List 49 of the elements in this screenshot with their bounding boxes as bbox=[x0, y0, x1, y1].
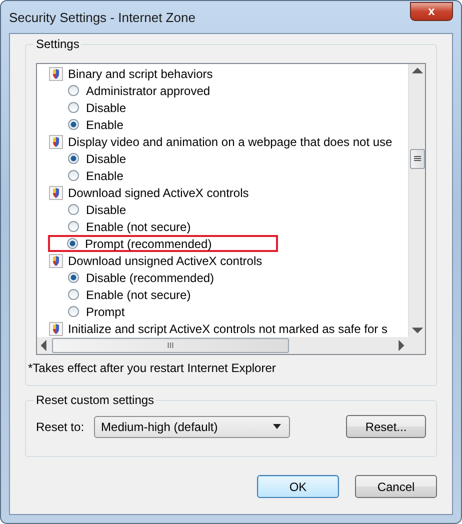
grip-icon bbox=[414, 156, 420, 162]
level-dropdown[interactable]: Medium-high (default) bbox=[94, 416, 290, 438]
setting-heading: Download unsigned ActiveX controls bbox=[68, 254, 262, 268]
group-label: Settings bbox=[34, 37, 82, 51]
group-label: Reset custom settings bbox=[34, 393, 156, 407]
reset-to-label: Reset to: bbox=[36, 420, 84, 434]
shield-icon bbox=[49, 66, 63, 80]
radio-button[interactable] bbox=[68, 153, 79, 164]
radio-button[interactable] bbox=[68, 221, 79, 232]
option-label[interactable]: Prompt bbox=[86, 304, 125, 318]
reset-button[interactable]: Reset... bbox=[346, 415, 426, 438]
option-label[interactable]: Administrator approved bbox=[86, 84, 210, 98]
radio-button[interactable] bbox=[68, 306, 79, 317]
vertical-scrollbar[interactable] bbox=[408, 64, 425, 337]
restart-note: *Takes effect after you restart Internet Explorer bbox=[28, 361, 277, 375]
option-label[interactable]: Enable (not secure) bbox=[86, 288, 191, 302]
shield-icon bbox=[49, 134, 63, 148]
option-label[interactable]: Disable bbox=[86, 100, 126, 114]
grip-label: III bbox=[167, 341, 174, 350]
option-label[interactable]: Disable (recommended) bbox=[86, 270, 214, 284]
shield-icon bbox=[49, 186, 63, 200]
option-label[interactable]: Enable (not secure) bbox=[86, 220, 191, 234]
shield-icon bbox=[49, 322, 63, 336]
option-label[interactable]: Enable bbox=[86, 118, 124, 132]
dialog-button[interactable]: Cancel bbox=[355, 475, 437, 498]
setting-heading: Binary and script behaviors bbox=[68, 66, 213, 80]
radio-button[interactable] bbox=[68, 204, 79, 215]
scroll-thumb[interactable] bbox=[410, 149, 424, 169]
horizontal-scrollbar[interactable]: III bbox=[37, 337, 408, 354]
radio-button[interactable] bbox=[68, 119, 79, 130]
radio-button[interactable] bbox=[68, 170, 79, 181]
close-button[interactable]: x bbox=[410, 2, 453, 20]
option-label[interactable]: Disable bbox=[86, 152, 126, 166]
radio-button[interactable] bbox=[68, 102, 79, 113]
window-title: Security Settings - Internet Zone bbox=[9, 10, 196, 24]
option-label[interactable]: Enable bbox=[86, 168, 124, 182]
dialog-button[interactable]: OK bbox=[257, 475, 339, 498]
setting-heading: Display video and animation on a webpage that does not use bbox=[68, 134, 392, 148]
radio-button[interactable] bbox=[68, 289, 79, 300]
radio-button[interactable] bbox=[67, 238, 78, 249]
radio-button[interactable] bbox=[68, 85, 79, 96]
scroll-thumb[interactable]: III bbox=[52, 338, 289, 353]
radio-button[interactable] bbox=[68, 272, 79, 283]
option-label[interactable]: Disable bbox=[86, 202, 126, 216]
setting-heading: Initialize and script ActiveX controls not marked as safe for s bbox=[68, 322, 388, 336]
shield-icon bbox=[49, 254, 63, 268]
caret-icon bbox=[273, 424, 282, 429]
setting-heading: Download signed ActiveX controls bbox=[68, 186, 249, 200]
option-label[interactable]: Prompt (recommended) bbox=[85, 236, 212, 250]
